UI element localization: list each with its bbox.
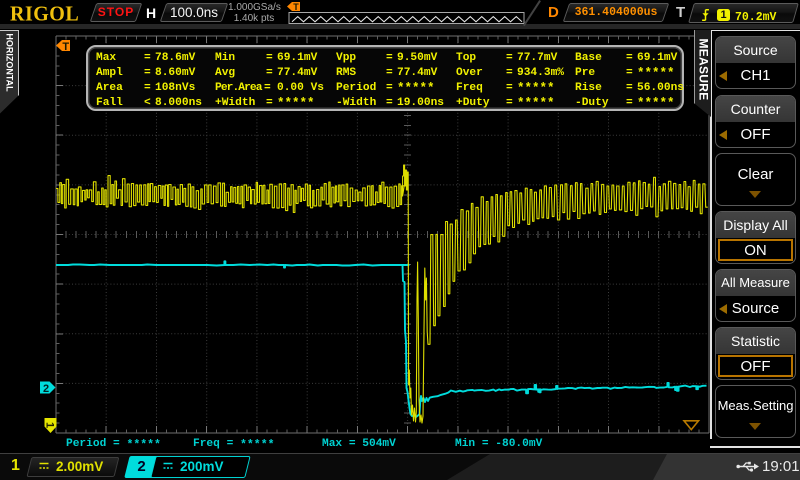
svg-text:1: 1 — [44, 422, 56, 428]
svg-text:2: 2 — [43, 383, 49, 395]
svg-text:T: T — [62, 41, 69, 53]
svg-text:T: T — [293, 2, 299, 12]
